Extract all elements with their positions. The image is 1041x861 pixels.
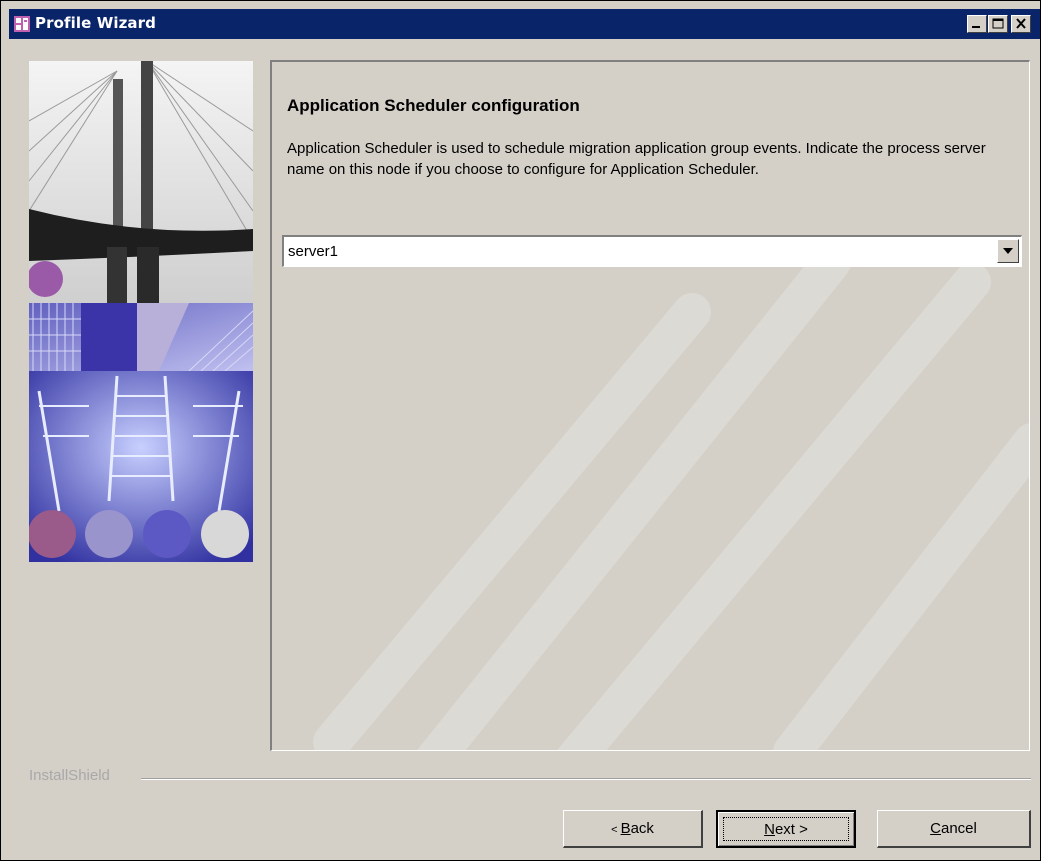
next-button-label: Next >: [764, 821, 808, 838]
installshield-label: InstallShield: [29, 767, 118, 784]
dropdown-arrow-button[interactable]: [997, 239, 1019, 263]
content-panel: Application Scheduler configuration Appl…: [270, 60, 1030, 751]
profile-wizard-window: Profile Wizard Application Scheduler con…: [0, 0, 1041, 861]
title-bar[interactable]: Profile Wizard: [9, 9, 1040, 39]
maximize-button[interactable]: [988, 15, 1008, 33]
page-description: Application Scheduler is used to schedul…: [287, 140, 986, 178]
back-button[interactable]: < Back: [563, 810, 703, 848]
wizard-app-icon: [13, 15, 31, 33]
installshield-separator: [141, 778, 1031, 780]
wizard-banner-image: [29, 61, 253, 562]
process-server-selected-value: server1: [288, 243, 339, 260]
window-title: Profile Wizard: [35, 14, 156, 32]
close-button[interactable]: [1011, 15, 1031, 33]
page-title: Application Scheduler configuration: [287, 96, 580, 115]
back-button-label: < Back: [611, 820, 654, 837]
minimize-button[interactable]: [967, 15, 987, 33]
cancel-button-label: Cancel: [930, 820, 977, 837]
process-server-dropdown[interactable]: server1: [282, 235, 1022, 267]
cancel-button[interactable]: Cancel: [877, 810, 1031, 848]
next-button[interactable]: Next >: [716, 810, 856, 848]
